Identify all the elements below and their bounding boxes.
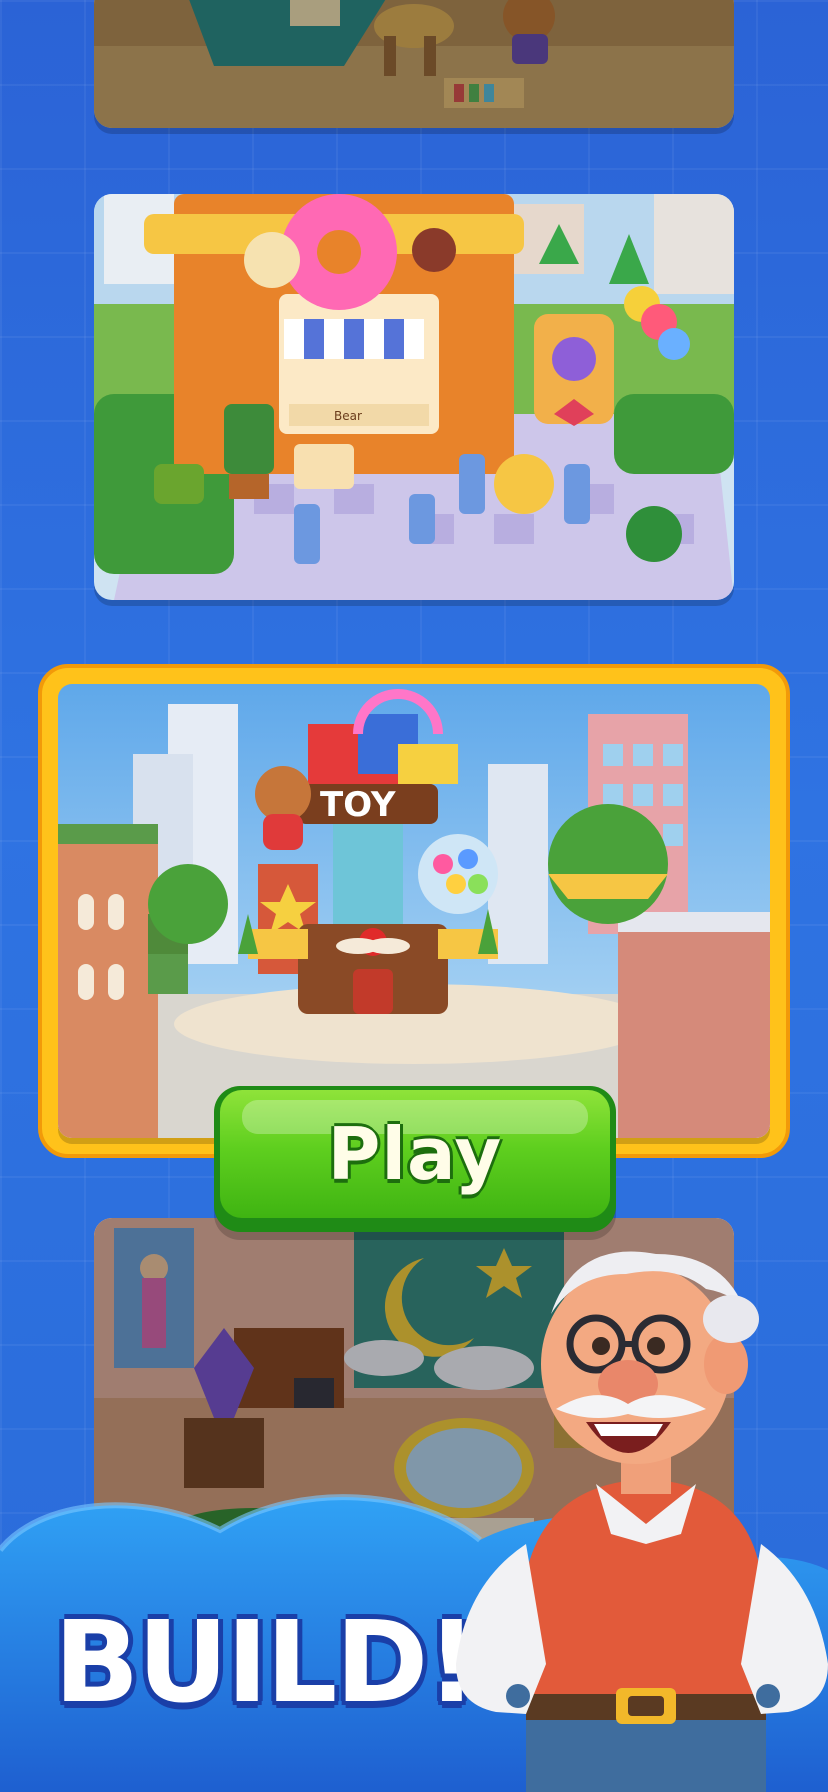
svg-text:TOY: TOY [320, 785, 396, 825]
bedroom-scene-image [94, 0, 734, 128]
level-card-cafe[interactable]: Bear [94, 194, 734, 600]
build-banner-title: BUILD! [54, 1598, 477, 1728]
cafe-scene-image: Bear [94, 194, 734, 600]
play-button[interactable]: Play [214, 1086, 616, 1232]
level-card-toy-store[interactable]: TOY [58, 684, 770, 1138]
play-button-label: Play [327, 1112, 503, 1196]
level-card-bedroom[interactable] [94, 0, 734, 128]
grandpa-character [456, 1251, 828, 1792]
toy-store-scene-image: TOY [58, 684, 770, 1138]
svg-text:Bear: Bear [334, 409, 362, 423]
